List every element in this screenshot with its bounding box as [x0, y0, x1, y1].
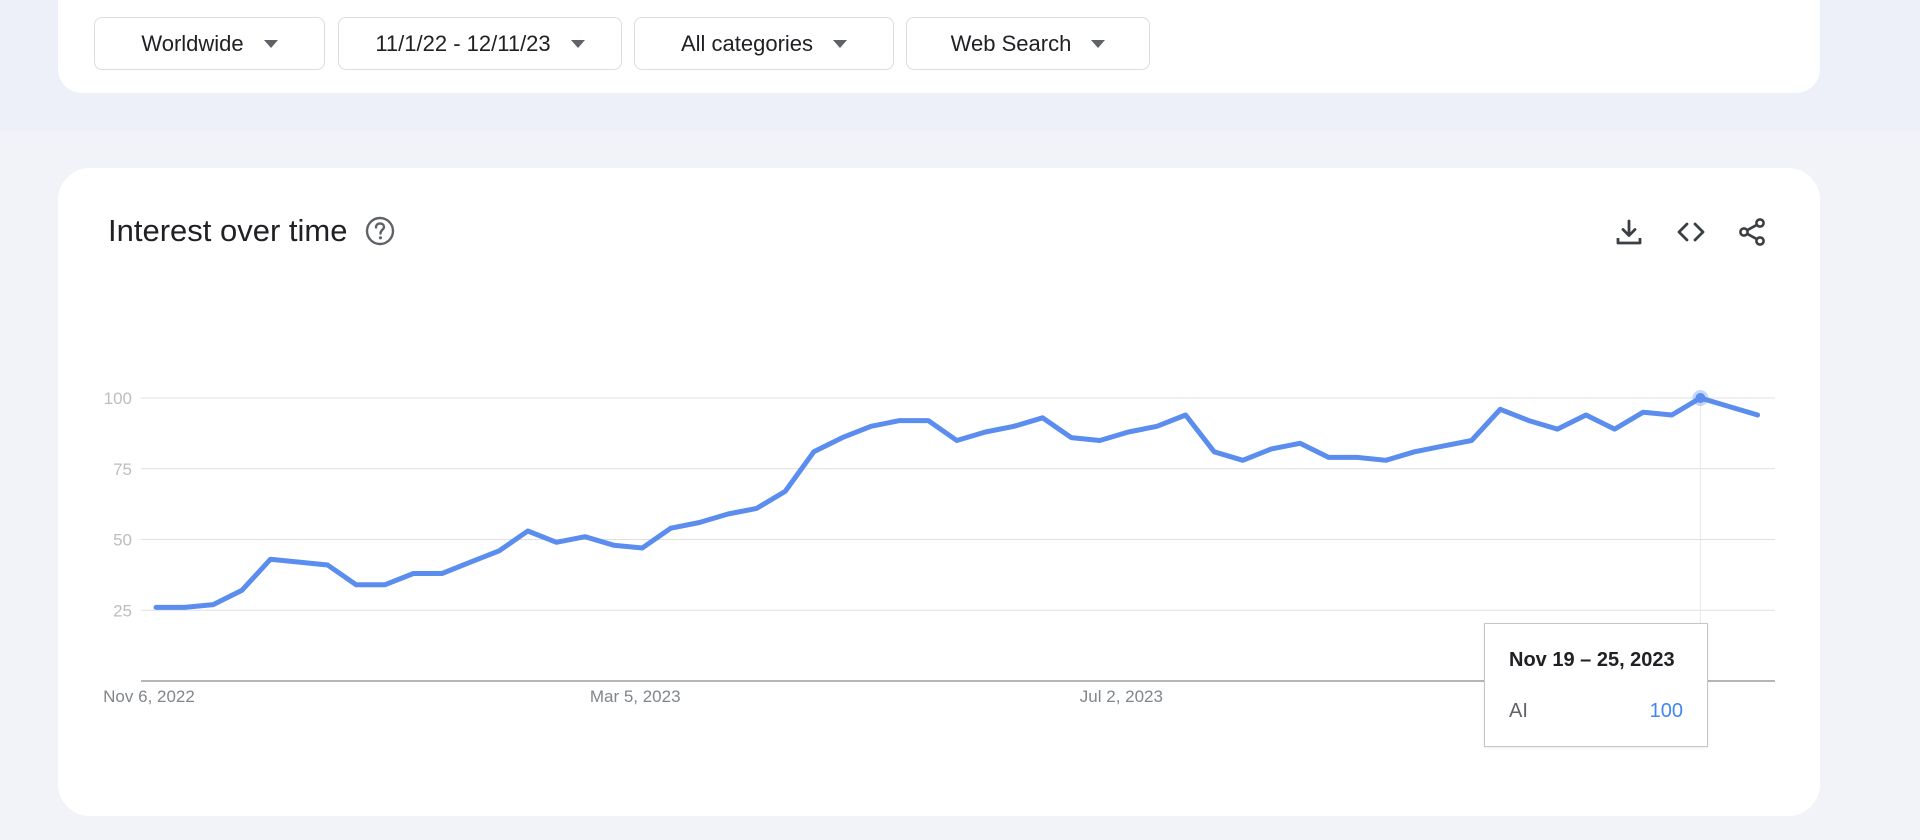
category-label: All categories: [680, 30, 814, 56]
highlight-point: [1695, 393, 1706, 403]
search-type-label: Web Search: [950, 30, 1072, 56]
region-label: Worldwide: [141, 30, 244, 56]
y-tick-label: 75: [113, 460, 132, 479]
y-tick-label: 50: [113, 531, 132, 550]
date-range-dropdown[interactable]: 11/1/22 - 12/11/23: [338, 17, 622, 70]
caret-down-icon: [570, 39, 585, 48]
y-tick-label: 100: [104, 389, 132, 408]
interest-over-time-card: Interest over time 25 50 75 100 Nov 6, 2022 M…: [58, 168, 1820, 816]
caret-down-icon: [263, 39, 278, 48]
tooltip-term: AI: [1509, 700, 1528, 722]
search-type-dropdown[interactable]: Web Search: [906, 17, 1150, 70]
data-tooltip: Nov 19 – 25, 2023 AI 100: [1484, 623, 1708, 747]
x-tick-label: Jul 2, 2023: [1080, 687, 1163, 706]
caret-down-icon: [1091, 39, 1106, 48]
y-tick-label: 25: [113, 601, 132, 620]
category-dropdown[interactable]: All categories: [634, 17, 894, 70]
region-dropdown[interactable]: Worldwide: [94, 17, 325, 70]
filter-bar: Worldwide 11/1/22 - 12/11/23 All categor…: [58, 0, 1820, 93]
tooltip-value: 100: [1649, 700, 1683, 722]
tooltip-date: Nov 19 – 25, 2023: [1509, 649, 1675, 671]
x-tick-label: Mar 5, 2023: [590, 687, 681, 706]
date-range-label: 11/1/22 - 12/11/23: [375, 30, 551, 56]
x-tick-label: Nov 6, 2022: [103, 687, 195, 706]
series-line-ai: [153, 395, 1761, 610]
caret-down-icon: [833, 39, 848, 48]
